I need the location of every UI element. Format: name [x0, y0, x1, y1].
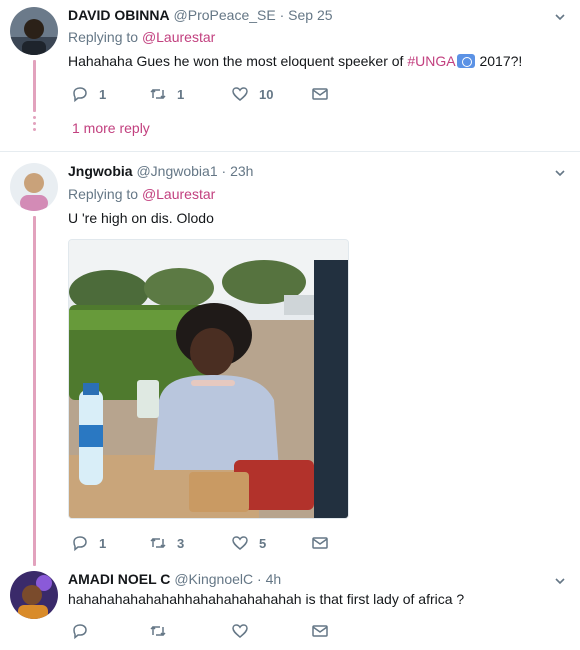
separator: · [221, 163, 227, 179]
retweet-icon [150, 537, 166, 549]
tweet-header: AMADI NOEL C @KingnoelC · 4h [68, 569, 281, 589]
replying-to: Replying to @Laurestar [68, 184, 215, 204]
direct-message-button[interactable] [311, 533, 329, 553]
tweet-header: DAVID OBINNA @ProPeace_SE · Sep 25 [68, 5, 333, 25]
thread-dots [33, 116, 36, 134]
envelope-icon [312, 537, 328, 549]
replying-prefix: Replying to [68, 186, 139, 202]
tweet-amadi-noel[interactable]: AMADI NOEL C @KingnoelC · 4h hahahahahah… [0, 561, 580, 650]
like-count: 5 [259, 535, 267, 551]
tweet-david-obinna[interactable]: DAVID OBINNA @ProPeace_SE · Sep 25 Reply… [0, 0, 580, 152]
tweet-text: Hahahaha Gues he won the most eloquent s… [68, 51, 522, 71]
tweet-actions: 1 3 5 [68, 533, 348, 553]
reply-button[interactable]: 1 [71, 533, 106, 553]
tweet-text-after: 2017?! [475, 53, 523, 69]
timestamp[interactable]: 23h [230, 163, 253, 179]
un-flag-emoji-icon [456, 54, 475, 68]
user-name[interactable]: Jngwobia [68, 163, 133, 179]
timestamp[interactable]: 4h [266, 571, 282, 587]
tweet-jngwobia[interactable]: Jngwobia @Jngwobia1 · 23h Replying to @L… [0, 152, 580, 566]
attached-photo[interactable] [68, 239, 349, 519]
direct-message-button[interactable] [311, 621, 329, 641]
avatar[interactable] [10, 571, 58, 619]
timestamp[interactable]: Sep 25 [288, 7, 332, 23]
user-handle[interactable]: @ProPeace_SE [174, 7, 276, 23]
envelope-icon [312, 625, 328, 637]
user-handle[interactable]: @Jngwobia1 [136, 163, 217, 179]
separator: · [279, 7, 285, 23]
chevron-down-icon[interactable] [554, 167, 566, 179]
chevron-down-icon[interactable] [554, 11, 566, 23]
reply-icon [73, 87, 87, 103]
more-replies-link[interactable]: 1 more reply [72, 118, 150, 138]
retweet-count: 3 [177, 535, 185, 551]
retweet-button[interactable] [149, 621, 167, 641]
reply-icon [73, 536, 87, 552]
direct-message-button[interactable] [311, 84, 329, 104]
user-name[interactable]: DAVID OBINNA [68, 7, 170, 23]
like-count: 10 [259, 86, 274, 102]
replying-to: Replying to @Laurestar [68, 27, 215, 47]
retweet-button[interactable]: 3 [149, 533, 184, 553]
mention-link[interactable]: @Laurestar [142, 186, 215, 202]
like-button[interactable]: 5 [231, 533, 266, 553]
reply-count: 1 [99, 86, 107, 102]
retweet-button[interactable]: 1 [149, 84, 184, 104]
retweet-icon [150, 88, 166, 100]
like-button[interactable] [231, 621, 249, 641]
avatar[interactable] [10, 7, 58, 55]
reply-button[interactable]: 1 [71, 84, 106, 104]
heart-icon [232, 624, 248, 638]
reply-count: 1 [99, 535, 107, 551]
hashtag-link[interactable]: #UNGA [407, 53, 455, 69]
user-name[interactable]: AMADI NOEL C [68, 571, 170, 587]
retweet-count: 1 [177, 86, 185, 102]
separator: · [257, 571, 262, 587]
user-handle[interactable]: @KingnoelC [174, 571, 253, 587]
like-button[interactable]: 10 [231, 84, 273, 104]
reply-icon [73, 624, 87, 640]
tweet-text: U 're high on dis. Olodo [68, 210, 214, 226]
reply-button[interactable] [71, 621, 89, 641]
tweet-actions: 1 1 10 [68, 84, 348, 104]
retweet-icon [150, 625, 166, 637]
heart-icon [232, 536, 248, 550]
thread-line [33, 216, 36, 566]
tweet-header: Jngwobia @Jngwobia1 · 23h [68, 161, 253, 181]
replying-prefix: Replying to [68, 29, 139, 45]
avatar[interactable] [10, 163, 58, 211]
chevron-down-icon[interactable] [554, 575, 566, 587]
tweet-text-before: Hahahaha Gues he won the most eloquent s… [68, 53, 408, 69]
thread-line [33, 60, 36, 112]
mention-link[interactable]: @Laurestar [142, 29, 215, 45]
heart-icon [232, 87, 248, 101]
tweet-actions [68, 621, 348, 641]
envelope-icon [312, 88, 328, 100]
tweet-text: hahahahahahahahhahahahahahahah is that f… [68, 591, 465, 607]
